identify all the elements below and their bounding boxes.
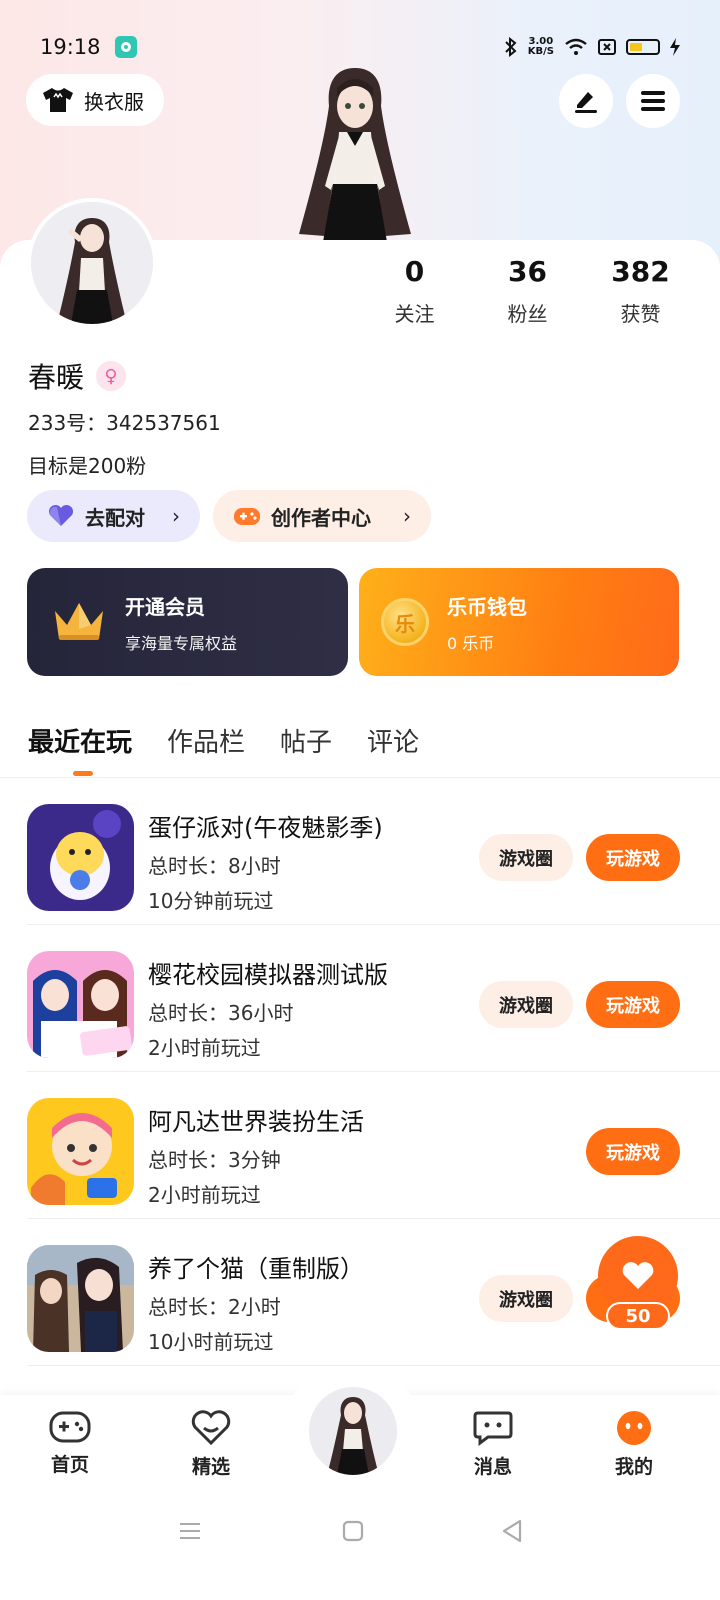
crown-icon bbox=[55, 603, 103, 640]
wifi-icon bbox=[565, 38, 587, 55]
game-last-played: 10分钟前玩过 bbox=[148, 889, 274, 913]
stat-fans[interactable]: 36 粉丝 bbox=[471, 255, 584, 327]
app-notification-icon bbox=[114, 36, 137, 58]
stat-following-label: 关注 bbox=[394, 302, 435, 326]
username-text: 春暖 bbox=[28, 361, 85, 394]
network-speed: 3.00 KB/S bbox=[527, 36, 554, 57]
game-last-played: 2小时前玩过 bbox=[148, 1183, 261, 1207]
home-icon[interactable] bbox=[341, 1518, 365, 1544]
game-list-item[interactable]: 阿凡达世界装扮生活 总时长：3分钟 2小时前玩过 玩游戏 bbox=[0, 1072, 720, 1219]
wallet-balance: 0 乐币 bbox=[447, 633, 495, 653]
game-title: 樱花校园模拟器测试版 bbox=[148, 961, 388, 989]
hamburger-icon bbox=[641, 91, 665, 111]
recent-apps-icon[interactable] bbox=[178, 1518, 202, 1544]
game-last-played: 2小时前玩过 bbox=[148, 1036, 261, 1060]
match-button[interactable]: 去配对 › bbox=[27, 490, 200, 542]
pen-icon bbox=[575, 92, 597, 113]
bluetooth-icon bbox=[505, 37, 517, 57]
chevron-right-icon: › bbox=[403, 504, 411, 528]
tab-works[interactable]: 作品栏 bbox=[167, 722, 245, 759]
user-bio: 目标是200粉 bbox=[28, 454, 147, 478]
gamepad-icon bbox=[49, 1411, 91, 1443]
game-circle-button[interactable]: 游戏圈 bbox=[479, 981, 573, 1028]
change-outfit-label: 换衣服 bbox=[84, 89, 144, 114]
nav-messages[interactable]: 消息 bbox=[448, 1410, 538, 1479]
stat-likes[interactable]: 382 获赞 bbox=[584, 255, 697, 327]
profile-stats: 0 关注 36 粉丝 382 获赞 bbox=[358, 255, 698, 327]
coin-icon: 乐 bbox=[381, 598, 429, 646]
game-duration: 总时长：36小时 bbox=[148, 1001, 294, 1025]
play-game-button[interactable]: 玩游戏 bbox=[586, 1128, 680, 1175]
creator-center-label: 创作者中心 bbox=[271, 505, 371, 530]
game-icon-eggy-party bbox=[27, 804, 134, 911]
tshirt-icon bbox=[43, 88, 73, 112]
nav-home-label: 首页 bbox=[50, 1454, 89, 1476]
game-icon-cat-raising bbox=[27, 1245, 134, 1352]
sim-icon bbox=[598, 39, 616, 55]
game-title: 蛋仔派对(午夜魅影季) bbox=[148, 814, 383, 842]
heart-icon bbox=[48, 504, 74, 526]
game-icon-sakura-school bbox=[27, 951, 134, 1058]
stat-following[interactable]: 0 关注 bbox=[358, 255, 471, 327]
status-time: 19:18 bbox=[40, 35, 101, 59]
edit-profile-button[interactable] bbox=[559, 74, 613, 128]
play-game-button[interactable]: 玩游戏 bbox=[586, 834, 680, 881]
user-id: 233号：342537561 bbox=[28, 411, 221, 435]
stat-likes-value: 382 bbox=[611, 255, 670, 288]
game-title: 养了个猫（重制版） bbox=[148, 1255, 364, 1283]
game-list-item[interactable]: 樱花校园模拟器测试版 总时长：36小时 2小时前玩过 游戏圈 玩游戏 bbox=[0, 925, 720, 1072]
chat-icon bbox=[473, 1411, 513, 1446]
nav-avatar-button[interactable] bbox=[306, 1384, 400, 1478]
game-circle-button[interactable]: 游戏圈 bbox=[479, 1275, 573, 1322]
tab-posts[interactable]: 帖子 bbox=[280, 722, 332, 759]
stat-likes-label: 获赞 bbox=[620, 302, 661, 326]
nav-home[interactable]: 首页 bbox=[25, 1410, 115, 1477]
username: 春暖 ♀ bbox=[28, 356, 127, 396]
like-count-badge: 50 bbox=[606, 1302, 670, 1330]
back-icon[interactable] bbox=[500, 1518, 524, 1544]
stat-fans-label: 粉丝 bbox=[507, 302, 548, 326]
game-icon-avatar-world bbox=[27, 1098, 134, 1205]
stat-fans-value: 36 bbox=[508, 255, 547, 288]
profile-tabs: 最近在玩 作品栏 帖子 评论 bbox=[28, 722, 419, 759]
heart-face-icon bbox=[191, 1410, 231, 1446]
stat-following-value: 0 bbox=[404, 255, 425, 288]
profile-face-icon bbox=[617, 1411, 651, 1445]
nav-featured-label: 精选 bbox=[191, 1456, 230, 1478]
gender-female-icon: ♀ bbox=[96, 361, 127, 391]
vip-subtitle: 享海量专属权益 bbox=[125, 633, 238, 653]
vip-title: 开通会员 bbox=[125, 594, 205, 619]
avatar-3d-figure[interactable] bbox=[295, 66, 415, 242]
active-tab-indicator bbox=[73, 771, 93, 776]
tab-comments[interactable]: 评论 bbox=[367, 722, 419, 759]
wallet-card[interactable]: 乐 乐币钱包 0 乐币 bbox=[359, 568, 679, 676]
nav-featured[interactable]: 精选 bbox=[166, 1410, 256, 1479]
game-duration: 总时长：8小时 bbox=[148, 854, 281, 878]
nav-profile[interactable]: 我的 bbox=[589, 1410, 679, 1479]
game-title: 阿凡达世界装扮生活 bbox=[148, 1108, 364, 1136]
chevron-right-icon: › bbox=[172, 504, 180, 528]
wallet-title: 乐币钱包 bbox=[447, 594, 527, 619]
nav-messages-label: 消息 bbox=[473, 1456, 512, 1478]
heart-icon bbox=[622, 1262, 654, 1289]
match-label: 去配对 bbox=[85, 505, 145, 530]
profile-avatar[interactable] bbox=[27, 198, 157, 328]
status-bar: 19:18 3.00 KB/S bbox=[40, 30, 680, 64]
nav-profile-label: 我的 bbox=[614, 1456, 653, 1478]
game-last-played: 10小时前玩过 bbox=[148, 1330, 274, 1354]
game-circle-button[interactable]: 游戏圈 bbox=[479, 834, 573, 881]
gamepad-icon bbox=[234, 508, 260, 525]
charging-icon bbox=[670, 38, 680, 56]
game-list-item[interactable]: 蛋仔派对(午夜魅影季) 总时长：8小时 10分钟前玩过 游戏圈 玩游戏 bbox=[0, 778, 720, 925]
game-duration: 总时长：2小时 bbox=[148, 1295, 281, 1319]
menu-button[interactable] bbox=[626, 74, 680, 128]
change-outfit-button[interactable]: 换衣服 bbox=[26, 74, 164, 126]
vip-membership-card[interactable]: 开通会员 享海量专属权益 bbox=[27, 568, 348, 676]
game-duration: 总时长：3分钟 bbox=[148, 1148, 281, 1172]
battery-icon bbox=[626, 39, 660, 55]
play-game-button[interactable]: 玩游戏 bbox=[586, 981, 680, 1028]
creator-center-button[interactable]: 创作者中心 › bbox=[213, 490, 431, 542]
tab-recently-played[interactable]: 最近在玩 bbox=[28, 722, 132, 759]
